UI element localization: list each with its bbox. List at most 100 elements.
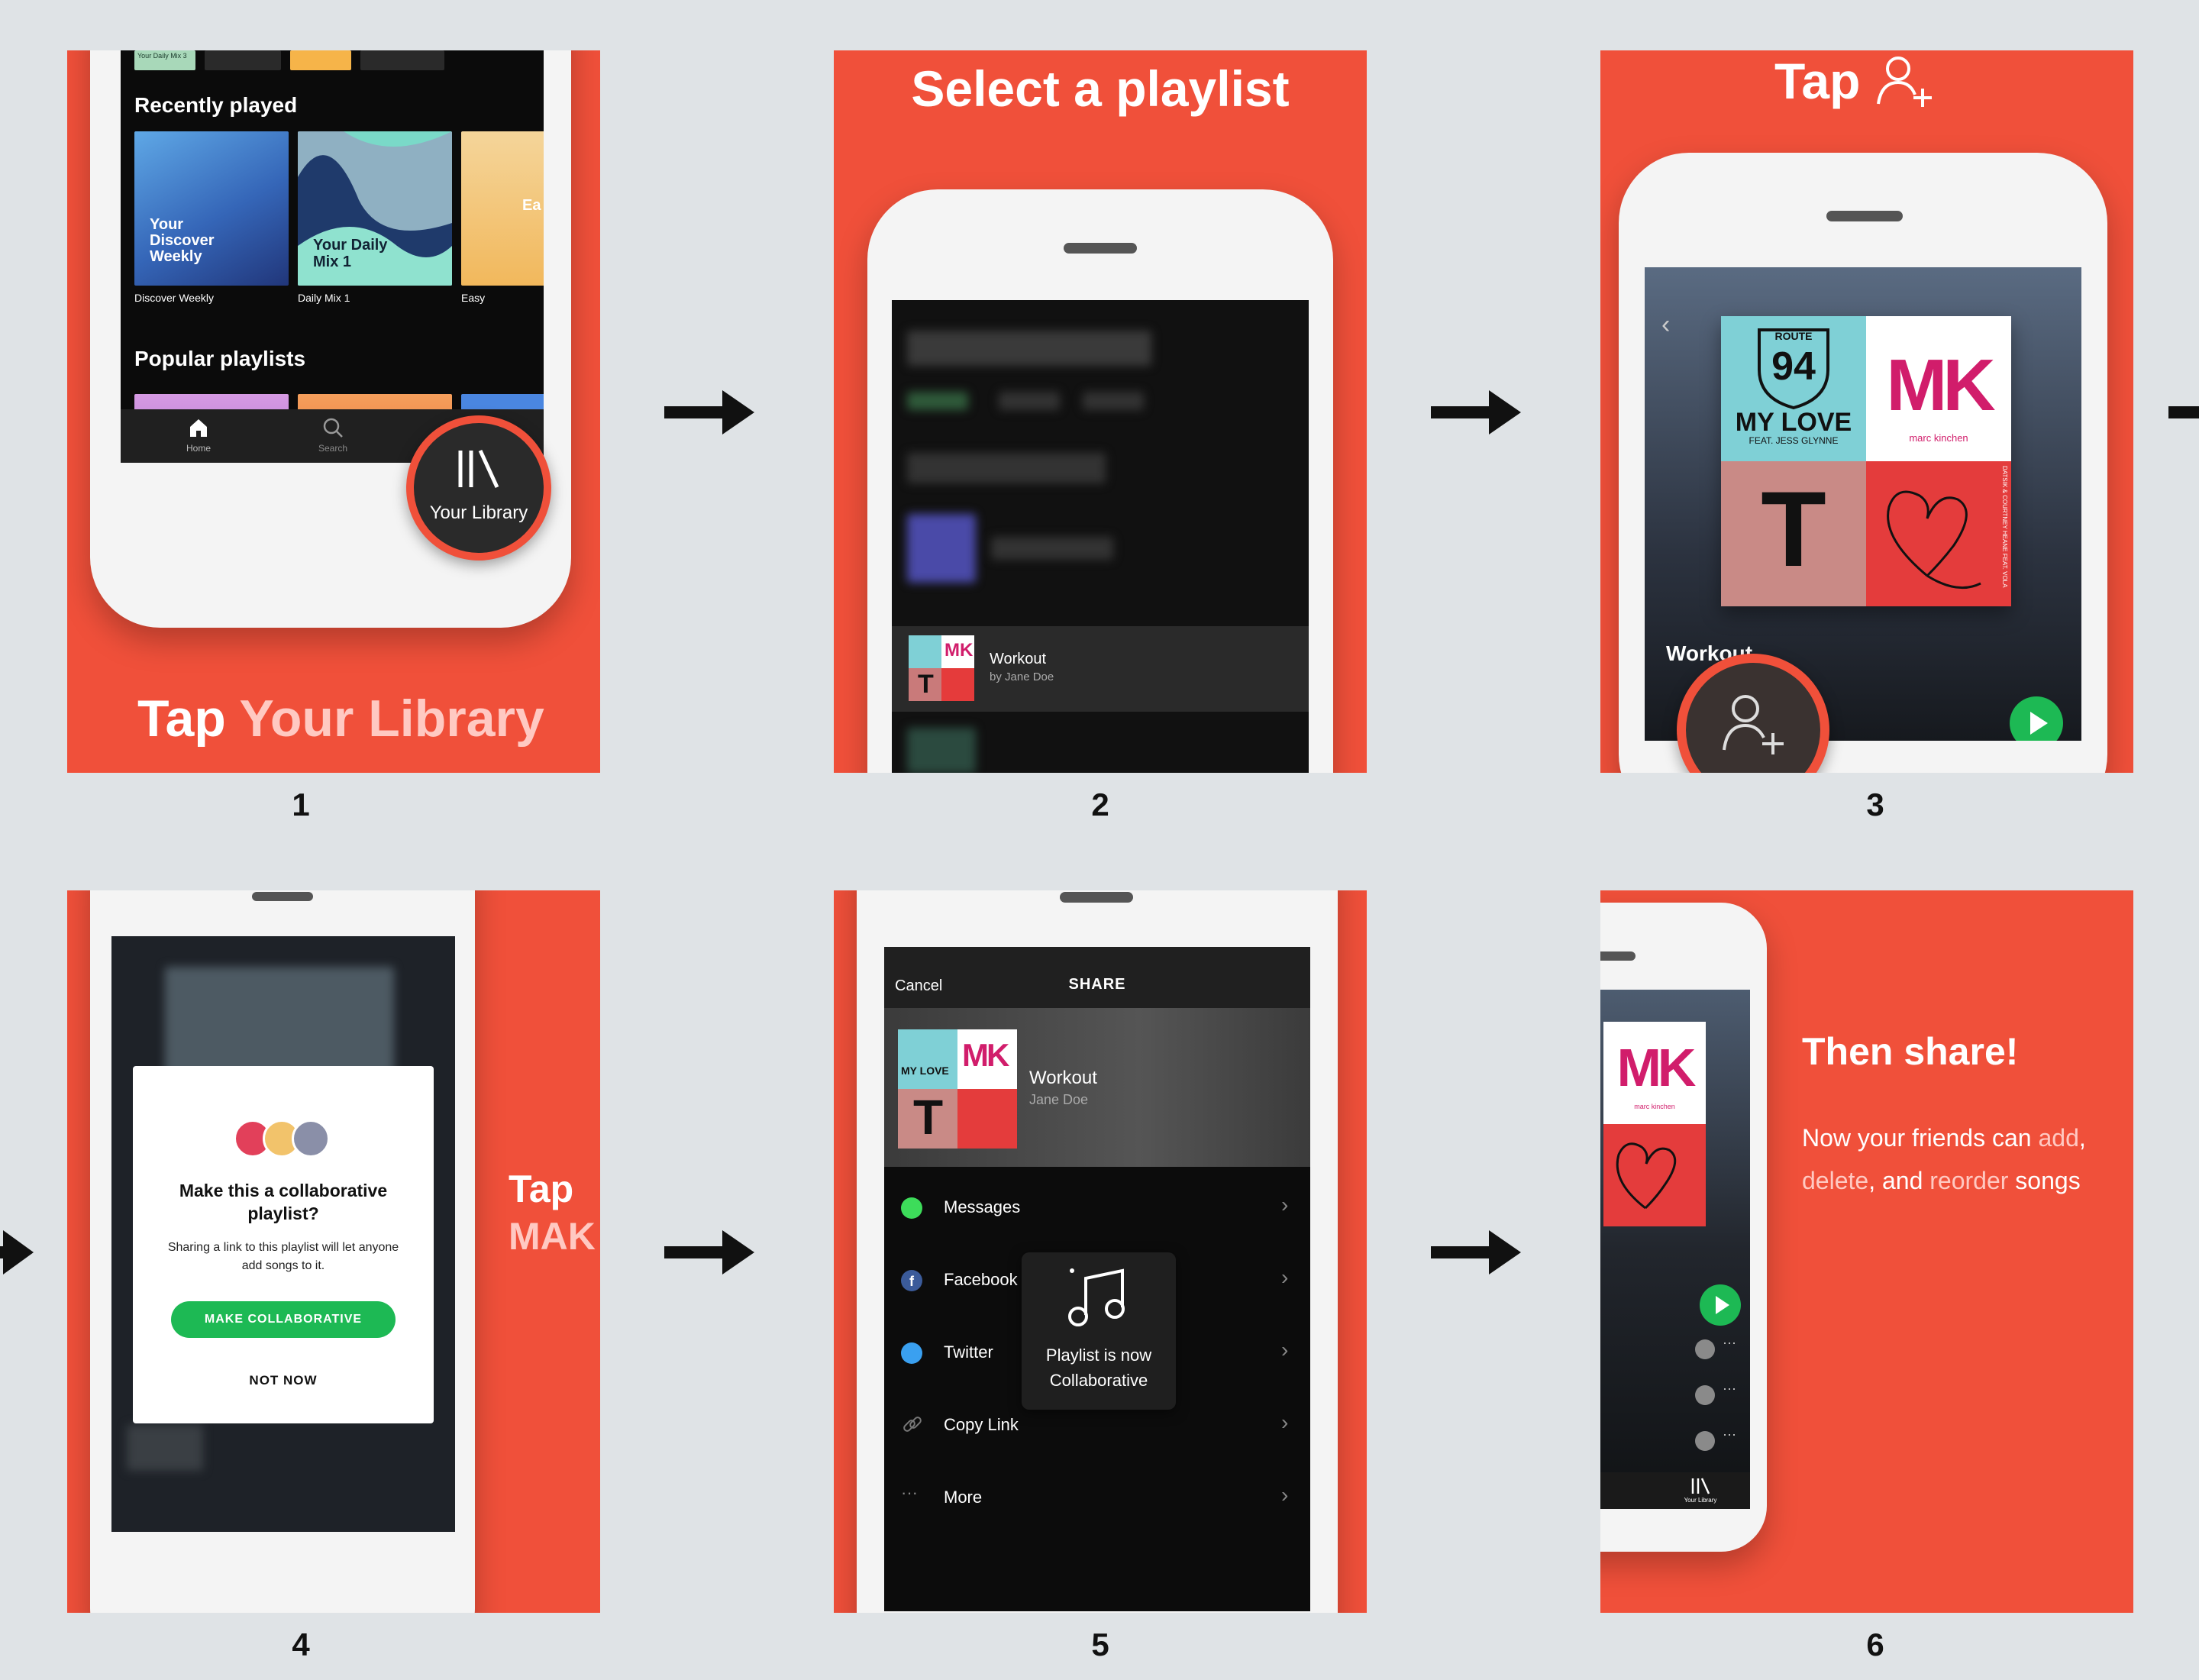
body-highlight-reorder: reorder: [1929, 1167, 2009, 1194]
playlist-row-workout[interactable]: MK T Workout by Jane Doe: [892, 626, 1309, 712]
blurred-row-create: [907, 453, 1106, 483]
share-option-label: More: [944, 1488, 983, 1507]
arrow-right-icon: [664, 1230, 754, 1275]
recently-played-title: Recently played: [134, 93, 298, 117]
phone-frame: MK T Workout by Jane Doe: [867, 189, 1333, 773]
tile-caption: Discover Weekly: [134, 292, 214, 304]
step-4-number: 4: [292, 1627, 310, 1662]
tab-search-label: Search: [318, 443, 348, 454]
top-tile-2[interactable]: [205, 50, 281, 70]
tile-cover-text: Ea: [522, 197, 541, 214]
cover-q1-title: MY LOVE: [1735, 408, 1852, 437]
step-1-number: 1: [292, 787, 310, 822]
tile-easy[interactable]: Ea: [461, 131, 544, 286]
popular-playlists-title: Popular playlists: [134, 347, 306, 370]
phone-speaker: [1600, 951, 1636, 961]
tab-home[interactable]: Home: [168, 417, 229, 460]
headline-your-library: Your Library: [239, 690, 544, 748]
messages-icon: [901, 1197, 922, 1219]
share-header: Cancel SHARE: [884, 947, 1310, 1008]
headline-line-2: MAK: [509, 1215, 596, 1258]
blurred-header: [907, 331, 1151, 366]
cover-q4: DATSIK & COURTNEY HEANE FEAT. VOLA: [1866, 461, 2011, 606]
body-text: Now your friends can: [1802, 1124, 2039, 1152]
step-5-number: 5: [1091, 1627, 1109, 1662]
phone-speaker: [1060, 892, 1133, 903]
cover-q1-top: ROUTE: [1774, 330, 1813, 342]
phone-speaker: [252, 892, 313, 901]
library-icon[interactable]: [1690, 1477, 1710, 1495]
arrow-right-icon: [2168, 406, 2199, 418]
cover-q2: MK marc kinchen: [1866, 316, 2011, 461]
chevron-right-icon: ›: [1281, 1483, 1289, 1507]
cover-q3: T: [1721, 461, 1866, 606]
tile-caption: Daily Mix 1: [298, 292, 350, 304]
headline-line-1: Tap: [509, 1168, 574, 1210]
cover-q3-letter: T: [1761, 469, 1826, 589]
body-highlight-add: add: [2038, 1124, 2079, 1152]
play-button[interactable]: [1700, 1284, 1741, 1326]
blurred-filter-3: [1083, 392, 1144, 410]
avatars: [234, 1119, 333, 1159]
add-user-icon: [1877, 57, 1932, 107]
phone-screen: Cancel SHARE MY LOVE MK T Workout Jane D…: [884, 947, 1310, 1611]
step-3-number: 3: [1866, 787, 1884, 822]
cover-q2-name: marc kinchen: [1909, 432, 1968, 444]
add-user-icon: [1723, 695, 1784, 754]
headline-tap: Tap: [1774, 53, 1861, 109]
playlist-cover: ROUTE 94 MY LOVE FEAT. JESS GLYNNE MK ma…: [1721, 316, 2011, 606]
make-collaborative-button[interactable]: MAKE COLLABORATIVE: [171, 1301, 396, 1338]
more-icon[interactable]: ···: [1723, 1426, 1736, 1443]
dialog-body: Sharing a link to this playlist will let…: [167, 1241, 399, 1272]
play-button[interactable]: [2010, 696, 2063, 741]
avatar: [1695, 1431, 1715, 1451]
collaborative-dialog: Make this a collaborative playlist? Shar…: [133, 1066, 434, 1423]
chevron-right-icon: ›: [1281, 1410, 1289, 1434]
search-icon: [323, 418, 343, 438]
not-now-button[interactable]: NOT NOW: [171, 1367, 396, 1394]
arrow-right-icon: [0, 1230, 34, 1275]
more-icon[interactable]: ···: [1723, 1335, 1736, 1351]
phone-speaker: [1064, 243, 1137, 254]
tile-daily-mix-1[interactable]: Your Daily Mix 1: [298, 131, 452, 286]
more-icon[interactable]: ···: [1723, 1381, 1736, 1397]
link-icon: [903, 1417, 922, 1432]
share-option-label: Facebook: [944, 1270, 1018, 1289]
twitter-icon: [901, 1342, 922, 1364]
tile-discover-weekly[interactable]: Your Discover Weekly: [134, 131, 289, 286]
cover-mini: MK marc kinchen: [1603, 1022, 1706, 1226]
chevron-right-icon: ›: [1281, 1338, 1289, 1362]
share-option-label: Twitter: [944, 1342, 993, 1362]
step-2-headline: Select a playlist: [911, 60, 1290, 117]
music-note-icon: [1068, 1268, 1125, 1326]
chevron-right-icon: ›: [1281, 1265, 1289, 1289]
arrow-right-icon: [1431, 1230, 1521, 1275]
workout-owner: by Jane Doe: [990, 670, 1054, 683]
blurred-row-bottom: [907, 728, 976, 773]
blurred-filter-2: [999, 392, 1060, 410]
share-option-messages[interactable]: Messages ›: [884, 1176, 1310, 1237]
avatar: [1695, 1339, 1715, 1359]
top-tile-3[interactable]: [290, 50, 351, 70]
step-6-body: Now your friends can add, delete, and re…: [1802, 1116, 2123, 1202]
dialog-title: Make this a collaborative playlist?: [179, 1181, 388, 1223]
cover-q1-num: 94: [1771, 344, 1816, 389]
share-playlist-title: Workout: [1029, 1068, 1097, 1088]
back-icon[interactable]: ‹: [1661, 310, 1670, 340]
step-4-panel: Make this a collaborative playlist? Shar…: [67, 890, 600, 1613]
tab-search[interactable]: Search: [302, 417, 363, 460]
top-tile-4[interactable]: [360, 50, 444, 70]
blurred-filter-1: [907, 392, 968, 410]
phone-frame: MK marc kinchen ··· ··· ··· Your Library: [1600, 903, 1767, 1552]
cover-q2-logo: MK: [1886, 344, 1995, 426]
your-library-button[interactable]: Your Library: [406, 415, 551, 561]
tab-bar: Your Library: [1600, 1472, 1750, 1509]
phone-speaker: [1826, 211, 1903, 221]
share-option-more[interactable]: ··· More ›: [884, 1466, 1310, 1527]
share-option-label: Copy Link: [944, 1415, 1019, 1434]
arrow-right-icon: [1431, 390, 1521, 435]
chevron-right-icon: ›: [1281, 1193, 1289, 1216]
step-1-headline: Tap Your Library: [137, 689, 544, 748]
top-tile-daily-mix-3[interactable]: Your Daily Mix 3: [134, 50, 195, 70]
phone-screen: MK marc kinchen ··· ··· ··· Your Library: [1600, 990, 1750, 1509]
